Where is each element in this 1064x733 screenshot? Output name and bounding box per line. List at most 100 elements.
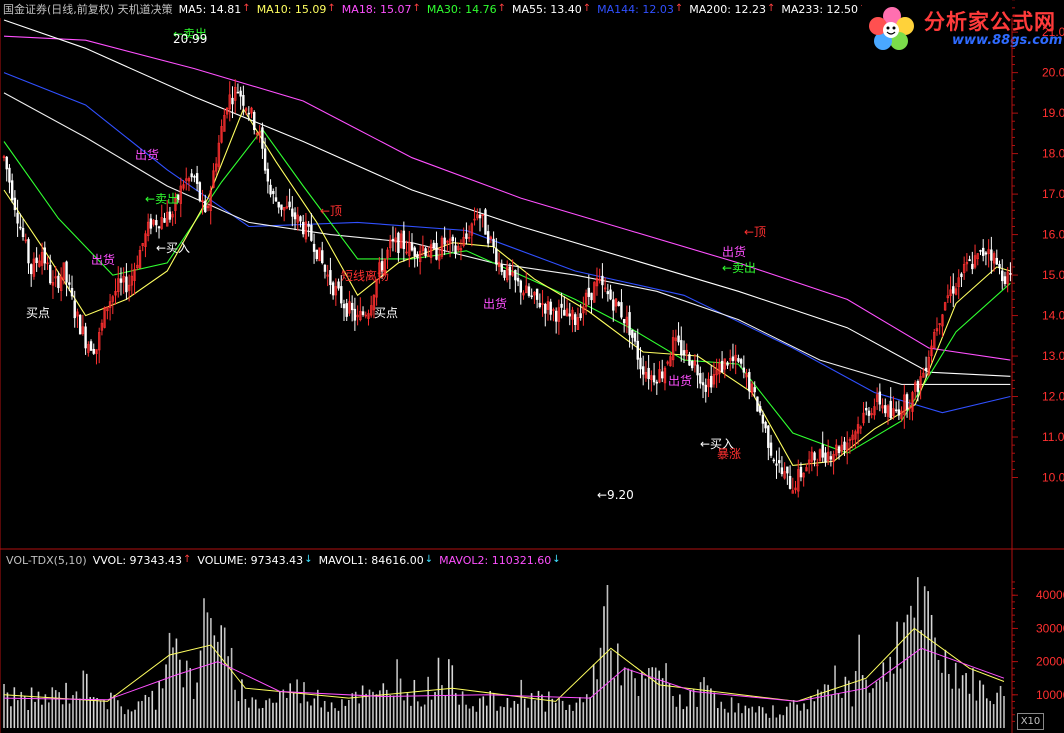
- candle-body: [726, 362, 729, 366]
- price-tick-label: 10.00: [1042, 471, 1064, 485]
- candle-body: [57, 275, 60, 289]
- candle-body: [307, 224, 310, 227]
- candle-body: [345, 303, 348, 317]
- candle-body: [193, 176, 196, 178]
- price-tick-label: 12.00: [1042, 390, 1064, 404]
- candle-body: [19, 226, 22, 229]
- volume-tick-label: 40000: [1036, 588, 1064, 602]
- candle-body: [884, 405, 887, 414]
- candle-body: [979, 250, 982, 252]
- volume-bars: [3, 577, 1005, 728]
- candle-body: [761, 414, 765, 424]
- candle-body: [168, 211, 172, 220]
- candle-body: [266, 168, 270, 182]
- candle-body: [696, 364, 699, 376]
- ma-line-ma144: [3, 72, 1011, 414]
- candle-body: [5, 156, 8, 170]
- price-tick-label: 16.00: [1042, 228, 1064, 242]
- price-tick-label: 19.00: [1042, 106, 1064, 120]
- candle-body: [878, 391, 882, 405]
- candle-body: [274, 197, 278, 202]
- candle-body: [291, 208, 294, 217]
- candle-body: [647, 367, 650, 380]
- candle-body: [310, 224, 313, 241]
- candle-body: [301, 221, 305, 235]
- candle-body: [78, 314, 82, 335]
- price-tick-label: 21.00: [1042, 25, 1064, 39]
- candle-body: [554, 310, 558, 322]
- signal-label: ←顶: [744, 225, 767, 239]
- price-tick-label: 11.00: [1042, 430, 1064, 444]
- candle-body: [350, 302, 354, 311]
- candle-body: [549, 301, 552, 315]
- candle-body: [89, 341, 93, 351]
- candle-body: [837, 446, 841, 454]
- candle-body: [416, 253, 419, 259]
- signal-label: 暴涨: [717, 447, 742, 461]
- candle-body: [701, 382, 705, 386]
- candle-body: [288, 201, 291, 208]
- candle-body: [478, 214, 482, 219]
- candle-body: [21, 228, 25, 238]
- signal-label: ←买入: [156, 241, 191, 255]
- signal-label: 出货: [668, 374, 693, 388]
- candle-body: [680, 340, 683, 356]
- candle-body: [35, 257, 38, 263]
- candle-body: [323, 264, 327, 272]
- candles: [2, 79, 1012, 498]
- price-tick-label: 13.00: [1042, 349, 1064, 363]
- candle-body: [984, 252, 988, 255]
- candle-body: [573, 314, 577, 325]
- candle-body: [451, 236, 454, 242]
- candle-body: [579, 313, 582, 319]
- price-tick-label: 15.00: [1042, 268, 1064, 282]
- signal-label: 出货: [135, 148, 160, 162]
- signal-label: 出货: [483, 297, 508, 311]
- candle-body: [329, 270, 332, 286]
- candle-body: [280, 204, 283, 210]
- candle-body: [821, 444, 824, 458]
- candle-body: [1003, 276, 1007, 284]
- ma-line-ma30: [3, 128, 1011, 454]
- candle-body: [342, 303, 346, 309]
- candle-body: [527, 286, 531, 296]
- candle-body: [865, 407, 868, 411]
- candle-body: [690, 361, 694, 369]
- candle-body: [157, 226, 161, 229]
- candle-body: [263, 148, 267, 171]
- candle-body: [720, 360, 724, 373]
- candle-body: [530, 295, 533, 298]
- volume-axis: 10000 20000 30000 40000: [1012, 581, 1064, 722]
- candle-body: [587, 287, 591, 297]
- candle-body: [495, 248, 498, 265]
- candle-body: [631, 329, 634, 338]
- candle-body: [84, 326, 87, 349]
- candle-body: [769, 442, 773, 456]
- candle-body: [43, 247, 47, 264]
- candle-body: [1001, 270, 1004, 282]
- candle-body: [242, 94, 245, 106]
- candle-body: [960, 273, 963, 278]
- candle-body: [894, 409, 898, 412]
- candle-body: [799, 466, 803, 478]
- candle-body: [788, 475, 792, 489]
- candle-body: [70, 287, 74, 297]
- candle-body: [73, 300, 76, 319]
- candle-body: [519, 280, 523, 293]
- candle-body: [606, 291, 610, 295]
- candle-body: [753, 387, 756, 393]
- candle-body: [397, 232, 400, 254]
- candle-body: [829, 456, 833, 460]
- candle-body: [443, 237, 446, 245]
- signal-label: 短线离场: [341, 269, 390, 283]
- candle-body: [413, 247, 416, 257]
- candle-body: [981, 247, 985, 256]
- candle-body: [500, 264, 503, 272]
- candle-body: [195, 173, 199, 184]
- candle-body: [337, 281, 340, 289]
- candle-body: [27, 239, 30, 264]
- candle-body: [492, 238, 495, 247]
- candle-body: [92, 348, 95, 354]
- candle-body: [652, 375, 656, 383]
- signal-label: ←卖出: [722, 261, 757, 275]
